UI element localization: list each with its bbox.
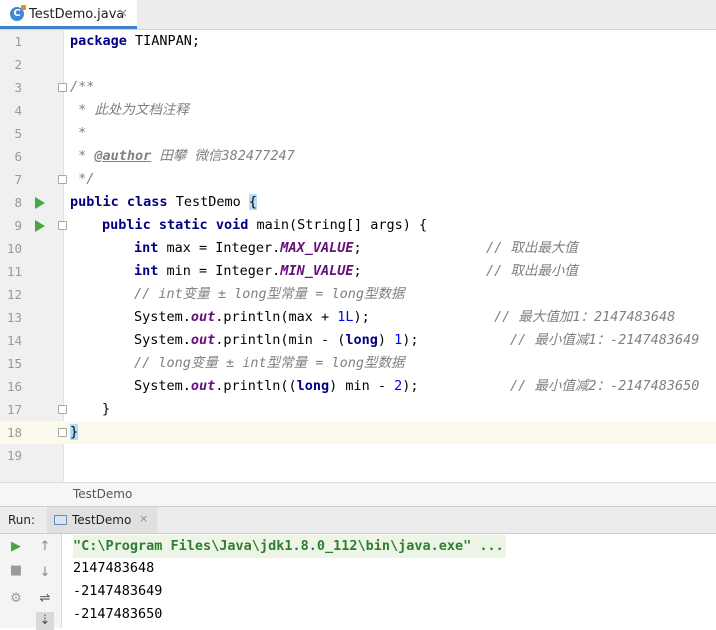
console-command: "C:\Program Files\Java\jdk1.8.0_112\bin\… [73, 535, 506, 558]
code-line-16: System.out.println((long) min - 2); [134, 378, 419, 394]
code-line-13: System.out.println(max + 1L); [134, 309, 370, 325]
gear-icon[interactable]: ⚙ [7, 590, 25, 608]
scroll-to-end-icon[interactable]: ⇣ [36, 612, 54, 630]
line-number: 12 [6, 287, 22, 302]
run-method-icon[interactable] [35, 220, 45, 232]
fold-icon[interactable] [58, 428, 67, 437]
fold-icon[interactable] [58, 83, 67, 92]
breadcrumb-item[interactable]: TestDemo [73, 487, 132, 501]
code-line-9: public static void main(String[] args) { [102, 217, 428, 233]
line-number: 6 [14, 149, 22, 164]
console-toolbar: ▶ ■ ⚙ ↑ ↓ ⇌ ⇣ [0, 534, 62, 630]
play-icon[interactable]: ▶ [7, 538, 25, 556]
code-line-15: // long变量 ± int型常量 = long型数据 [134, 355, 405, 371]
line-number: 13 [6, 310, 22, 325]
line-number: 2 [14, 57, 22, 72]
stop-icon[interactable]: ■ [7, 562, 25, 580]
arrow-up-icon[interactable]: ↑ [36, 538, 54, 556]
comment-max: // 取出最大值 [486, 240, 578, 256]
code-line-4: * 此处为文档注释 [70, 102, 189, 118]
line-number: 8 [14, 195, 22, 210]
code-line-18: } [70, 424, 79, 440]
line-number: 17 [6, 402, 22, 417]
comment-line-14: // 最小值减1：-2147483649 [510, 332, 700, 348]
line-number: 18 [6, 425, 22, 440]
fold-icon[interactable] [58, 175, 67, 184]
console-output[interactable]: "C:\Program Files\Java\jdk1.8.0_112\bin\… [62, 534, 716, 628]
comment-line-13: // 最大值加1：2147483648 [494, 309, 676, 325]
code-line-1: package TIANPAN; [70, 33, 201, 49]
line-number: 15 [6, 356, 22, 371]
breadcrumb: TestDemo [0, 482, 716, 506]
console-output-line: -2147483650 [73, 606, 163, 622]
console-output-line: -2147483649 [73, 583, 163, 599]
fold-icon[interactable] [58, 405, 67, 414]
tab-testdemo-java[interactable]: C TestDemo.java × [0, 0, 137, 29]
console-icon [54, 515, 67, 525]
line-number: 9 [14, 218, 22, 233]
run-class-icon[interactable] [35, 197, 45, 209]
console-output-line: 2147483648 [73, 560, 155, 576]
editor-tab-bar: C TestDemo.java × [0, 0, 716, 30]
comment-line-16: // 最小值减2：-2147483650 [510, 378, 700, 394]
run-toolbar: Run: TestDemo × [0, 506, 716, 534]
code-line-8: public class TestDemo { [70, 194, 257, 210]
run-tab-close-icon[interactable]: × [139, 512, 148, 525]
line-number: 19 [6, 448, 22, 463]
comment-min: // 取出最小值 [486, 263, 578, 279]
code-line-7: */ [70, 171, 95, 187]
line-number: 14 [6, 333, 22, 348]
line-number: 10 [6, 241, 22, 256]
tab-label: TestDemo.java [29, 7, 125, 22]
code-line-17: } [102, 401, 111, 417]
code-line-11: int min = Integer.MIN_VALUE; [134, 263, 362, 279]
soft-wrap-icon[interactable]: ⇌ [36, 590, 54, 608]
code-line-6: * @author 田攀 微信382477247 [70, 148, 295, 164]
line-number: 1 [14, 34, 22, 49]
arrow-down-icon[interactable]: ↓ [36, 564, 54, 582]
code-editor[interactable]: 1 package TIANPAN; 2 3 /** 4 * 此处为文档注释 5… [0, 30, 716, 482]
code-line-14: System.out.println(min - (long) 1); [134, 332, 419, 348]
code-line-3: /** [70, 79, 95, 95]
run-tab[interactable]: TestDemo × [47, 507, 157, 533]
line-number: 3 [14, 80, 22, 95]
code-line-10: int max = Integer.MAX_VALUE; [134, 240, 362, 256]
line-number: 4 [14, 103, 22, 118]
line-number: 16 [6, 379, 22, 394]
fold-icon[interactable] [58, 221, 67, 230]
line-number: 11 [6, 264, 22, 279]
code-line-5: * [70, 125, 87, 141]
code-line-12: // int变量 ± long型常量 = long型数据 [134, 286, 405, 302]
run-tab-label: TestDemo [72, 513, 132, 527]
tab-close-icon[interactable]: × [118, 6, 128, 20]
run-label: Run: [8, 513, 36, 527]
line-number: 7 [14, 172, 22, 187]
line-number: 5 [14, 126, 22, 141]
java-class-icon: C [10, 5, 26, 21]
